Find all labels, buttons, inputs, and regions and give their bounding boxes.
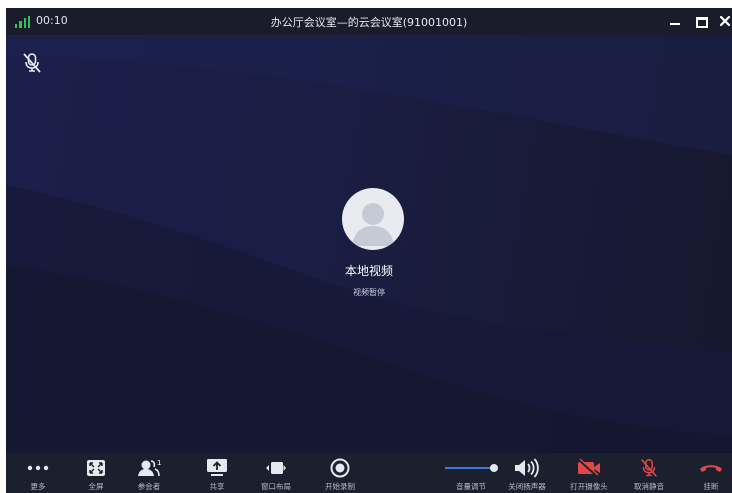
volume-slider[interactable] bbox=[443, 463, 499, 473]
participants-button[interactable]: 1 参会者 bbox=[124, 453, 174, 493]
fullscreen-icon bbox=[87, 460, 105, 476]
mic-off-icon[interactable] bbox=[20, 51, 44, 75]
maximize-button[interactable] bbox=[692, 12, 710, 30]
hangup-label: 挂断 bbox=[703, 482, 719, 491]
minimize-icon bbox=[670, 23, 680, 25]
local-video-label: 本地视频 bbox=[344, 264, 393, 278]
minimize-button[interactable] bbox=[666, 12, 684, 30]
share-button[interactable]: 共享 bbox=[192, 453, 242, 493]
layout-button[interactable]: 窗口布局 bbox=[251, 453, 301, 493]
unmute-label: 取消静音 bbox=[634, 482, 664, 491]
title-bar: 00:10 办公厅会议室—的云会议室(91001001) bbox=[6, 8, 732, 35]
record-icon bbox=[330, 458, 350, 478]
speaker-icon bbox=[515, 458, 539, 478]
close-icon bbox=[719, 15, 731, 27]
speaker-button[interactable]: 关闭扬声器 bbox=[502, 453, 552, 493]
user-icon bbox=[352, 203, 394, 246]
unmute-button[interactable]: 取消静音 bbox=[624, 453, 674, 493]
maximize-icon bbox=[696, 17, 708, 28]
record-button[interactable]: 开始录制 bbox=[315, 453, 365, 493]
share-screen-icon bbox=[207, 459, 227, 476]
hangup-icon bbox=[700, 465, 722, 472]
mic-muted-icon bbox=[641, 459, 657, 477]
participants-label: 参会者 bbox=[137, 482, 161, 491]
participants-count: 1 bbox=[157, 459, 162, 467]
meeting-title: 办公厅会议室—的云会议室(91001001) bbox=[270, 16, 468, 29]
more-button[interactable]: 更多 bbox=[13, 453, 63, 493]
bottom-toolbar: 更多 全屏 1 参会者 共享 窗口布局 开始录制 音量调节 关闭扬声器 打开摄像… bbox=[6, 453, 732, 493]
avatar bbox=[342, 188, 404, 250]
meeting-window: 00:10 办公厅会议室—的云会议室(91001001) 本地视频 视频暂停 更… bbox=[6, 8, 732, 493]
video-status-label: 视频暂停 bbox=[353, 288, 385, 297]
speaker-label: 关闭扬声器 bbox=[508, 482, 546, 491]
camera-button[interactable]: 打开摄像头 bbox=[564, 453, 614, 493]
layout-icon bbox=[266, 462, 286, 474]
more-icon bbox=[27, 465, 49, 471]
close-button[interactable] bbox=[716, 12, 732, 30]
layout-label: 窗口布局 bbox=[261, 482, 291, 491]
local-video-area: 本地视频 视频暂停 bbox=[6, 35, 732, 453]
record-label: 开始录制 bbox=[325, 482, 355, 491]
hangup-button[interactable]: 挂断 bbox=[686, 453, 732, 493]
camera-off-icon bbox=[578, 458, 600, 477]
